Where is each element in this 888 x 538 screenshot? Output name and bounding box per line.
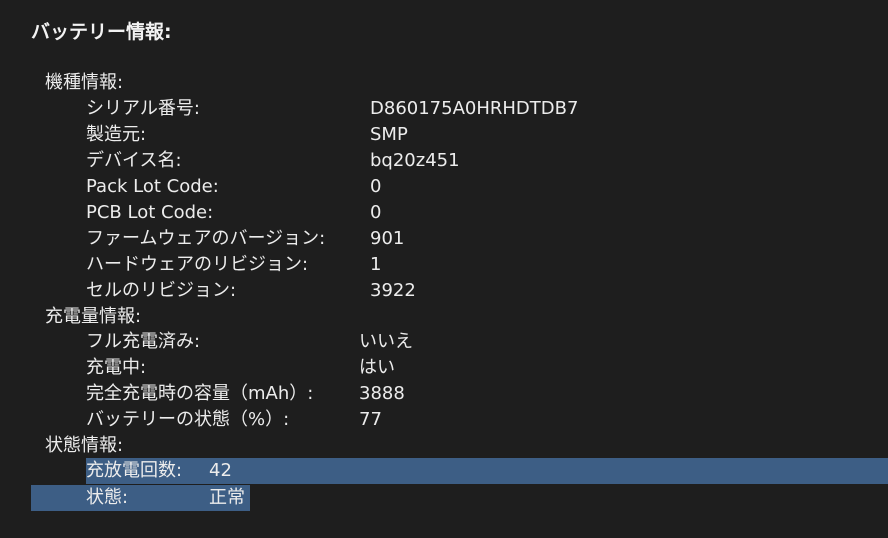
info-value: SMP: [370, 124, 408, 145]
info-row-pack-lot-code[interactable]: Pack Lot Code: 0: [0, 174, 888, 200]
info-value: 1: [370, 254, 382, 275]
section-header-charge: 充電量情報:: [45, 306, 142, 327]
info-row-device-name[interactable]: デバイス名: bq20z451: [0, 148, 888, 174]
info-label: 充電中:: [86, 357, 147, 378]
info-row-manufacturer[interactable]: 製造元: SMP: [0, 122, 888, 148]
section-header-model: 機種情報:: [45, 72, 124, 93]
info-row-hardware-revision[interactable]: ハードウェアのリビジョン: 1: [0, 252, 888, 278]
info-value: はい: [359, 357, 395, 378]
info-label: 充放電回数:: [86, 460, 183, 481]
info-label: Pack Lot Code:: [86, 176, 219, 197]
info-value: 0: [370, 176, 382, 197]
info-value: 0: [370, 202, 382, 223]
info-row-charging[interactable]: 充電中: はい: [0, 355, 888, 381]
info-row-cycle-count[interactable]: 充放電回数: 42: [0, 458, 888, 484]
panel-title: バッテリー情報:: [31, 21, 172, 43]
info-label: 製造元:: [86, 124, 147, 145]
info-row-fully-charged[interactable]: フル充電済み: いいえ: [0, 329, 888, 355]
info-row-cell-revision[interactable]: セルのリビジョン: 3922: [0, 278, 888, 304]
info-value: D860175A0HRHDTDB7: [370, 98, 579, 119]
info-label: ファームウェアのバージョン:: [86, 228, 326, 249]
info-label: 完全充電時の容量（mAh）:: [86, 383, 314, 404]
info-value: いいえ: [359, 331, 413, 352]
info-value: 42: [209, 460, 232, 481]
info-label: ハードウェアのリビジョン:: [86, 254, 309, 275]
info-label: 状態:: [86, 487, 129, 508]
info-row-full-charge-capacity[interactable]: 完全充電時の容量（mAh）: 3888: [0, 381, 888, 407]
info-row-serial[interactable]: シリアル番号: D860175A0HRHDTDB7: [0, 96, 888, 122]
info-label: PCB Lot Code:: [86, 202, 214, 223]
section-header-health: 状態情報:: [45, 435, 124, 456]
info-label: フル充電済み:: [86, 331, 201, 352]
info-value: 77: [359, 409, 382, 430]
info-value: 3922: [370, 280, 416, 301]
info-row-condition[interactable]: 状態: 正常: [0, 485, 888, 511]
info-value: 3888: [359, 383, 405, 404]
info-value: bq20z451: [370, 150, 460, 171]
info-label: バッテリーの状態（%）:: [86, 409, 290, 430]
info-row-pcb-lot-code[interactable]: PCB Lot Code: 0: [0, 200, 888, 226]
info-label: シリアル番号:: [86, 98, 200, 119]
info-value: 901: [370, 228, 405, 249]
info-row-battery-health-percent[interactable]: バッテリーの状態（%）: 77: [0, 407, 888, 433]
info-label: セルのリビジョン:: [86, 280, 237, 301]
info-label: デバイス名:: [86, 150, 182, 171]
info-row-firmware-version[interactable]: ファームウェアのバージョン: 901: [0, 226, 888, 252]
info-value: 正常: [209, 487, 245, 508]
